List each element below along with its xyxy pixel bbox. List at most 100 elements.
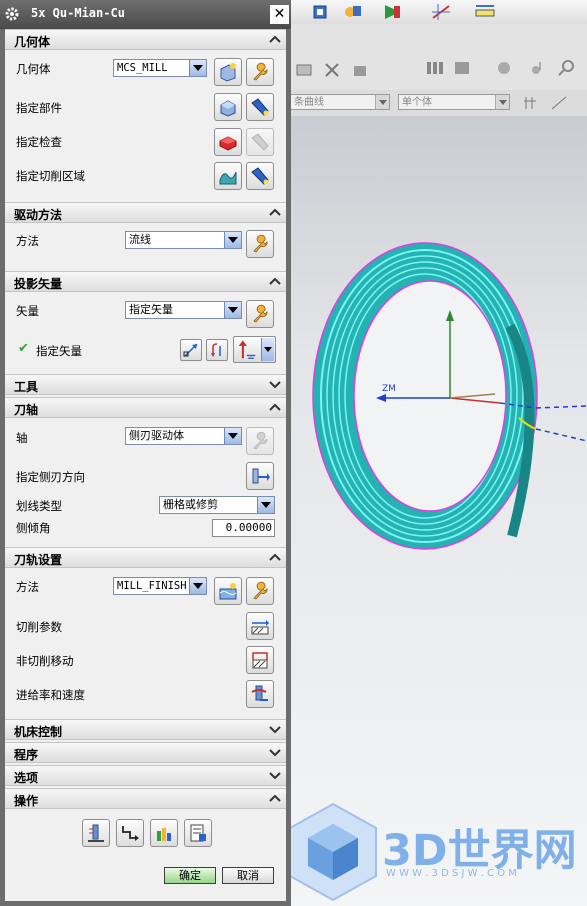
close-button[interactable]: ✕: [270, 5, 289, 24]
ok-button[interactable]: 确定: [164, 867, 216, 884]
grid-icon[interactable]: [430, 2, 452, 22]
edit-drive-method-button[interactable]: [246, 230, 274, 258]
axis-label: 轴: [16, 431, 28, 445]
wrench-icon: [253, 431, 268, 450]
machine-control-section-header[interactable]: 机床控制: [5, 719, 286, 740]
delete-icon[interactable]: [322, 60, 344, 80]
snap-end-icon[interactable]: [548, 93, 570, 113]
chevron-up-icon[interactable]: [268, 401, 282, 414]
point-icon[interactable]: [528, 58, 550, 78]
path-method-value: MILL_FINISH: [117, 580, 187, 592]
vector-type-dropdown[interactable]: [233, 336, 276, 363]
axis-select[interactable]: 侧刃驱动体: [125, 427, 242, 445]
options-section-header[interactable]: 选项: [5, 765, 286, 786]
chevron-up-icon[interactable]: [268, 551, 282, 564]
zm-axis-label: ZM: [382, 384, 396, 394]
chevron-down-icon[interactable]: [268, 746, 282, 759]
vector-label: 矢量: [16, 304, 39, 318]
generate-button[interactable]: [82, 819, 110, 847]
side-blade-direction-button[interactable]: [246, 462, 274, 490]
chevron-down-icon: [189, 578, 206, 594]
tool-section-header[interactable]: 工具: [5, 374, 286, 395]
snap-icon[interactable]: [522, 93, 544, 113]
chevron-down-icon[interactable]: [268, 769, 282, 782]
tool-path-icon[interactable]: [494, 58, 516, 78]
cancel-button[interactable]: 取消: [222, 867, 274, 884]
dialog-titlebar[interactable]: 5x Qu-Mian-Cu ✕: [0, 0, 291, 29]
chevron-up-icon[interactable]: [268, 792, 282, 805]
vector-select-value: 指定矢量: [129, 303, 173, 316]
body-filter-combo[interactable]: 单个体: [398, 94, 510, 110]
edit-icon[interactable]: [294, 60, 316, 80]
display-check-button[interactable]: [246, 128, 274, 156]
curve-filter-combo[interactable]: 条曲线: [290, 94, 390, 110]
select-cut-area-button[interactable]: [214, 162, 242, 190]
path-method-select[interactable]: MILL_FINISH: [113, 577, 207, 595]
display-cut-area-button[interactable]: [246, 162, 274, 190]
list-output-button[interactable]: [184, 819, 212, 847]
transform-icon[interactable]: [342, 2, 364, 22]
non-cut-moves-button[interactable]: [246, 646, 274, 674]
edit-geometry-button[interactable]: [246, 58, 274, 86]
verify-button[interactable]: [150, 819, 178, 847]
line-type-label: 划线类型: [16, 499, 62, 513]
chevron-up-icon[interactable]: [268, 33, 282, 46]
geometry-section-header[interactable]: 几何体: [5, 29, 286, 50]
move-icon[interactable]: [350, 60, 372, 80]
program-section-header[interactable]: 程序: [5, 742, 286, 763]
generate-icon: [88, 824, 104, 842]
search-icon[interactable]: [556, 58, 578, 78]
geometry-select[interactable]: MCS_MILL: [113, 59, 207, 77]
wrench-icon: [253, 234, 268, 253]
cut-params-icon: [251, 620, 269, 635]
replay-icon: [122, 826, 139, 841]
feeds-speeds-label: 进给率和速度: [16, 688, 85, 702]
new-method-icon: [219, 583, 237, 600]
projection-vector-section-header[interactable]: 投影矢量: [5, 271, 286, 292]
shade-icon[interactable]: [452, 58, 474, 78]
view-orient-icon[interactable]: [310, 2, 332, 22]
edit-method-button[interactable]: [246, 577, 274, 605]
top-toolbar: [290, 0, 587, 25]
reverse-direction-button[interactable]: [206, 339, 228, 361]
cut-params-button[interactable]: [246, 612, 274, 640]
vector-dialog-button[interactable]: [180, 339, 202, 361]
wrench-icon: [253, 62, 268, 81]
analysis-icon[interactable]: [382, 2, 404, 22]
chevron-up-icon[interactable]: [268, 275, 282, 288]
drive-method-value: 流线: [129, 233, 151, 246]
drive-method-section-header[interactable]: 驱动方法: [5, 202, 286, 223]
feeds-speeds-button[interactable]: [246, 680, 274, 708]
wrench-icon: [253, 304, 268, 323]
chevron-down-icon[interactable]: [268, 378, 282, 391]
display-part-button[interactable]: [246, 93, 274, 121]
body-filter-value: 单个体: [402, 97, 432, 108]
specify-vector-label: 指定矢量: [36, 344, 82, 358]
list-icon[interactable]: [424, 58, 446, 78]
vector-select[interactable]: 指定矢量: [125, 301, 242, 319]
new-method-button[interactable]: [214, 577, 242, 605]
path-settings-section-header[interactable]: 刀轨设置: [5, 547, 286, 568]
select-part-button[interactable]: [214, 93, 242, 121]
select-check-button[interactable]: [214, 128, 242, 156]
replay-button[interactable]: [116, 819, 144, 847]
chevron-up-icon[interactable]: [268, 206, 282, 219]
chevron-down-icon[interactable]: [268, 723, 282, 736]
graphics-window[interactable]: ZM 3D世界网 W W W . 3 D S J W . C O M: [290, 116, 587, 906]
drive-method-label: 方法: [16, 234, 39, 248]
new-geometry-button[interactable]: [214, 58, 242, 86]
dialog-body: 几何体 几何体 MCS_MILL 指定部件 指定检查 指定切削区域 驱动方法 方…: [5, 29, 286, 901]
operation-dialog: 5x Qu-Mian-Cu ✕ 几何体 几何体 MCS_MILL 指定部件 指定…: [0, 0, 291, 906]
actions-section-header[interactable]: 操作: [5, 788, 286, 809]
measure-icon[interactable]: [474, 2, 496, 22]
drive-method-select[interactable]: 流线: [125, 231, 242, 249]
geometry-select-value: MCS_MILL: [117, 62, 168, 74]
line-type-select[interactable]: 栅格或修剪: [159, 496, 275, 514]
cut-params-label: 切削参数: [16, 620, 62, 634]
tilt-angle-input[interactable]: 0.00000: [212, 519, 275, 537]
gear-icon[interactable]: [4, 6, 20, 22]
edit-axis-button[interactable]: [246, 427, 274, 455]
side-blade-direction-label: 指定侧刃方向: [16, 470, 85, 484]
tool-axis-section-header[interactable]: 刀轴: [5, 397, 286, 418]
edit-vector-button[interactable]: [246, 300, 274, 328]
